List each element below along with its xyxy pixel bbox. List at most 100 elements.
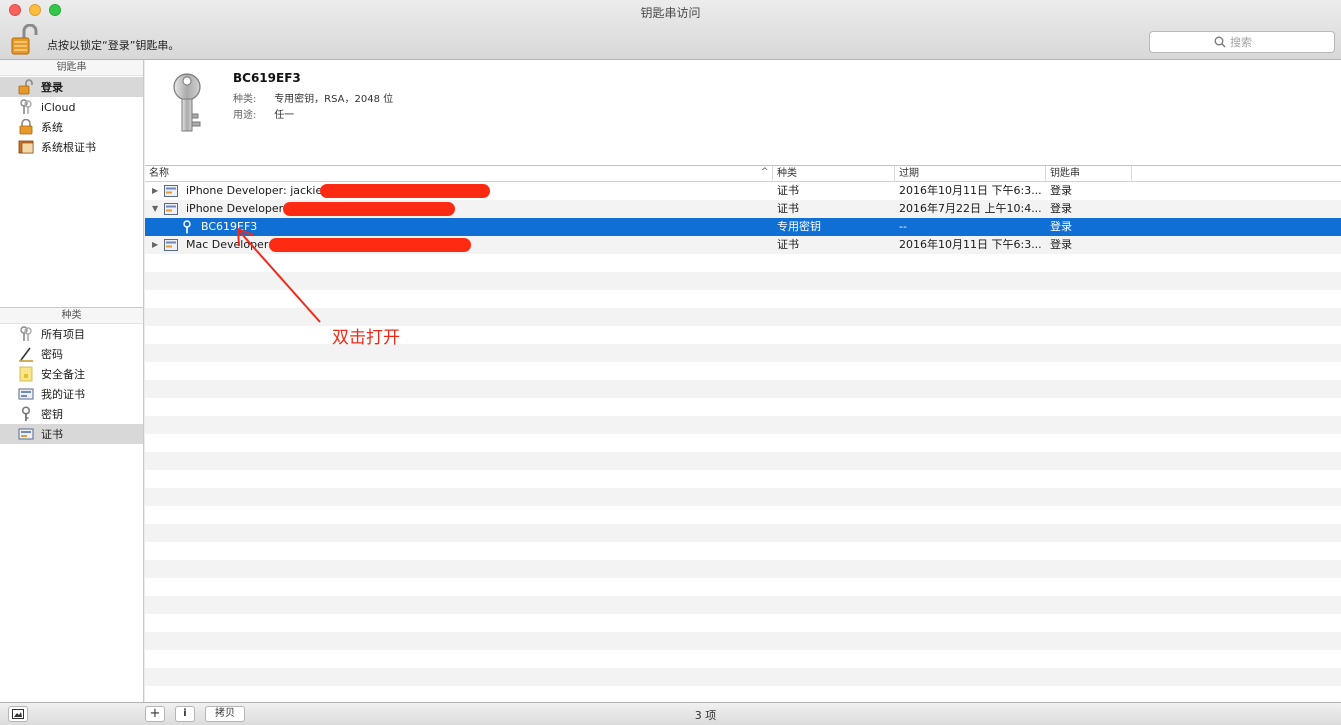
keychain-access-window: 钥匙串访问 点按以锁定“登录”钥匙串。 钥匙串 登录 [0,0,1341,725]
disclosure-triangle-icon[interactable]: ▶ [152,182,162,200]
certificate-icon [18,426,34,442]
certificate-icon [164,185,178,197]
key-icon [18,406,34,422]
lock-open-icon [18,79,34,95]
sidebar-item-secure-notes[interactable]: 安全备注 [0,364,143,384]
sidebar-item-system[interactable]: 系统 [0,117,143,137]
column-header-kind[interactable]: 种类 [773,166,895,182]
empty-row [145,452,1341,470]
main-pane: BC619EF3 种类: 专用密钥，RSA，2048 位 用途: 任一 名称 ^… [145,60,1341,702]
table-row[interactable]: ▶ iPhone Developer: jackie 证书 2016年10月11… [145,182,1341,200]
disclosure-triangle-icon[interactable]: ▶ [152,236,162,254]
key-icon [183,220,191,234]
sidebar-item-keys[interactable]: 密钥 [0,404,143,424]
row-expires: -- [899,220,907,233]
item-kind-row: 种类: 专用密钥，RSA，2048 位 [233,90,393,105]
empty-row [145,398,1341,416]
items-table: ▶ iPhone Developer: jackie 证书 2016年10月11… [145,182,1341,702]
empty-row [145,470,1341,488]
keys-icon [18,326,34,342]
empty-row [145,326,1341,344]
empty-row [145,308,1341,326]
certificate-icon [18,386,34,402]
annotation-text: 双击打开 [332,328,400,348]
column-header-expires[interactable]: 过期 [895,166,1046,182]
sidebar-item-label: 系统 [41,121,63,134]
sidebar-item-passwords[interactable]: 密码 [0,344,143,364]
row-name: Mac Developer: [186,238,272,251]
disclosure-triangle-expanded-icon[interactable]: ▼ [152,200,162,218]
sidebar-item-label: 登录 [41,81,63,94]
sidebar-item-label: 密钥 [41,408,63,421]
item-name: BC619EF3 [233,71,301,85]
item-count-status: 3 项 [694,709,717,722]
redaction-mark [320,184,490,198]
column-header-name[interactable]: 名称 [145,166,773,182]
keys-icon [18,99,34,115]
search-icon [1214,36,1226,48]
sidebar-item-all-items[interactable]: 所有项目 [0,324,143,344]
item-detail-header: BC619EF3 种类: 专用密钥，RSA，2048 位 用途: 任一 [145,60,1341,166]
row-keychain: 登录 [1050,238,1072,251]
categories-header: 种类 [0,308,143,324]
empty-row [145,542,1341,560]
lock-icon [18,119,34,135]
kind-value: 专用密钥，RSA，2048 位 [274,94,394,105]
empty-row [145,290,1341,308]
empty-row [145,380,1341,398]
row-keychain: 登录 [1050,220,1072,233]
row-name: iPhone Developer: jackie [186,184,323,197]
key-icon [173,73,201,132]
empty-row [145,254,1341,272]
search-field[interactable] [1149,31,1335,53]
note-icon [18,366,34,382]
certificate-icon [164,203,178,215]
table-row-selected[interactable]: BC619EF3 专用密钥 -- 登录 [145,218,1341,236]
usage-label: 用途: [233,110,257,121]
item-usage-row: 用途: 任一 [233,106,294,121]
lock-open-icon[interactable] [10,23,38,56]
toolbar: 钥匙串访问 点按以锁定“登录”钥匙串。 [0,0,1341,60]
lock-message: 点按以锁定“登录”钥匙串。 [47,39,180,52]
empty-row [145,578,1341,596]
sidebar-item-label: 证书 [41,428,63,441]
row-expires: 2016年10月11日 下午6:3... [899,238,1042,251]
empty-row [145,362,1341,380]
sidebar-item-login[interactable]: 登录 [0,77,143,97]
search-input[interactable] [1230,34,1330,50]
empty-row [145,596,1341,614]
table-row[interactable]: ▼ iPhone Developer: 证书 2016年7月22日 上午10:4… [145,200,1341,218]
row-name: BC619EF3 [201,220,258,233]
usage-value: 任一 [274,110,295,121]
empty-row [145,632,1341,650]
column-header-keychain[interactable]: 钥匙串 [1046,166,1132,182]
cabinet-icon [18,139,34,155]
sidebar-item-system-roots[interactable]: 系统根证书 [0,137,143,157]
sidebar-item-label: 所有项目 [41,328,85,341]
sidebar-item-label: 密码 [41,348,63,361]
row-keychain: 登录 [1050,202,1072,215]
sidebar-item-certificates[interactable]: 证书 [0,424,143,444]
empty-row [145,488,1341,506]
sidebar-item-icloud[interactable]: iCloud [0,97,143,117]
sort-ascending-icon: ^ [761,167,769,177]
empty-row [145,344,1341,362]
row-expires: 2016年10月11日 下午6:3... [899,184,1042,197]
empty-row [145,434,1341,452]
keychains-header: 钥匙串 [0,60,143,76]
table-row[interactable]: ▶ Mac Developer: 证书 2016年10月11日 下午6:3...… [145,236,1341,254]
sidebar-item-label: 安全备注 [41,368,85,381]
empty-row [145,272,1341,290]
empty-row [145,524,1341,542]
window-title: 钥匙串访问 [640,6,701,20]
certificate-icon [164,239,178,251]
row-kind: 证书 [777,202,799,215]
empty-row [145,614,1341,632]
redaction-mark [283,202,455,216]
row-kind: 证书 [777,184,799,197]
sidebar-item-my-certificates[interactable]: 我的证书 [0,384,143,404]
kind-label: 种类: [233,94,257,105]
empty-row [145,416,1341,434]
empty-row [145,650,1341,668]
sidebar-item-label: iCloud [41,100,76,114]
